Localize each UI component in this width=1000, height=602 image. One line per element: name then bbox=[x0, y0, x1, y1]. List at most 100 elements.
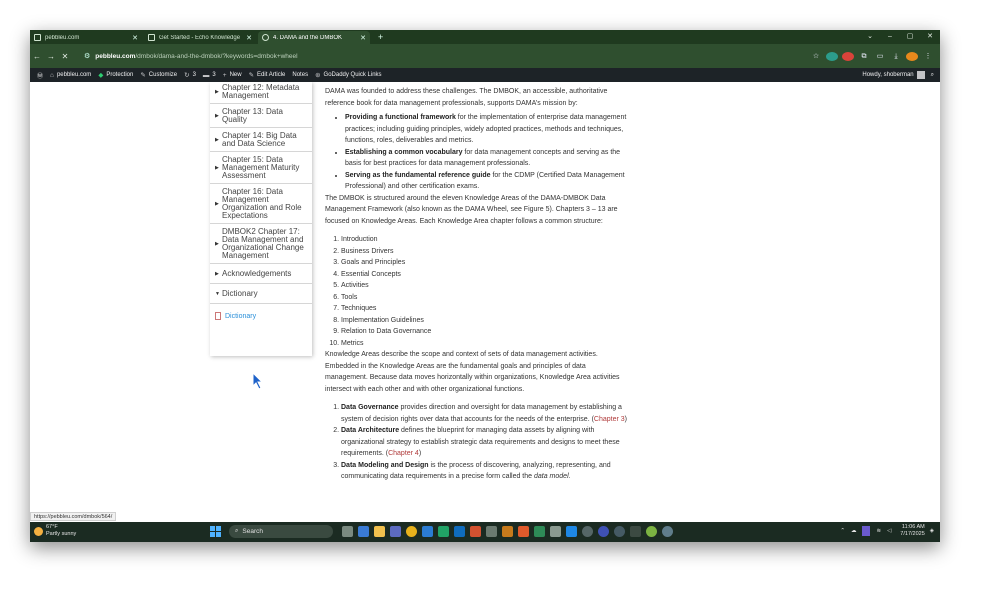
file-explorer-icon[interactable] bbox=[373, 526, 385, 537]
list-item-term: Establishing a common vocabulary bbox=[345, 148, 463, 156]
app-icon[interactable] bbox=[517, 526, 529, 537]
list-item: Implementation Guidelines bbox=[341, 315, 630, 327]
mic-icon[interactable] bbox=[862, 526, 871, 536]
excel-icon[interactable] bbox=[437, 526, 449, 537]
list-item-term: Data Modeling and Design bbox=[341, 461, 429, 469]
wpbar-customize[interactable]: ✎ Customize bbox=[140, 71, 177, 79]
list-item-term: Data Governance bbox=[341, 404, 399, 411]
extension-icon[interactable] bbox=[842, 51, 854, 61]
list-item-term: Serving as the fundamental reference gui… bbox=[345, 171, 491, 179]
puzzle-icon[interactable]: ⧉ bbox=[858, 52, 870, 61]
active-app-icon[interactable] bbox=[565, 526, 577, 537]
wpbar-edit-article[interactable]: ✎ Edit Article bbox=[249, 71, 286, 79]
outlook-icon[interactable] bbox=[453, 526, 465, 537]
nav-item-chapter-17[interactable]: ▶ DMBOK2 Chapter 17: Data Management and… bbox=[210, 224, 312, 264]
profile-avatar[interactable] bbox=[906, 51, 918, 61]
volume-icon[interactable]: ◁ bbox=[887, 528, 891, 534]
word-icon[interactable] bbox=[421, 526, 433, 537]
caret-down-icon: ▼ bbox=[215, 291, 220, 297]
page-icon bbox=[34, 34, 41, 41]
app-icon[interactable] bbox=[533, 526, 545, 537]
tab-dama-dmbok[interactable]: 4. DAMA and the DMBOK ✕ bbox=[258, 31, 370, 44]
tab-search-icon[interactable]: ⌄ bbox=[860, 30, 880, 44]
app-icon[interactable] bbox=[613, 526, 625, 537]
forward-icon[interactable]: → bbox=[44, 52, 58, 61]
chrome-icon[interactable] bbox=[405, 526, 417, 537]
wpbar-godaddy[interactable]: ⊛ GoDaddy Quick Links bbox=[315, 71, 381, 79]
notification-icon[interactable]: ◈ bbox=[930, 528, 934, 534]
nav-item-chapter-15[interactable]: ▶ Chapter 15: Data Management Maturity A… bbox=[210, 152, 312, 184]
nav-item-label: Chapter 14: Big Data and Data Science bbox=[222, 131, 297, 148]
nav-item-chapter-16[interactable]: ▶ Chapter 16: Data Management Organizati… bbox=[210, 184, 312, 224]
wpbar-new[interactable]: + New bbox=[223, 72, 242, 79]
app-icon[interactable] bbox=[501, 526, 513, 537]
teams-icon[interactable] bbox=[389, 526, 401, 537]
app-icon[interactable] bbox=[549, 526, 561, 537]
nav-item-label: Chapter 13: Data Quality bbox=[222, 107, 283, 124]
list-item-term: Providing a functional framework bbox=[345, 114, 456, 121]
app-icon[interactable] bbox=[661, 526, 673, 537]
tab-pebbleu[interactable]: pebbleu.com ✕ bbox=[30, 31, 142, 44]
mouse-cursor-icon bbox=[252, 372, 264, 390]
weather-widget[interactable]: 67°F Partly sunny bbox=[34, 524, 76, 538]
address-bar[interactable]: ⚙ pebbleu.com/dmbok/dama-and-the-dmbok/?… bbox=[78, 48, 798, 64]
star-icon[interactable]: ☆ bbox=[810, 52, 822, 61]
chapter-link[interactable]: Chapter 4 bbox=[388, 450, 419, 457]
maximize-button[interactable]: ▢ bbox=[900, 30, 920, 44]
wp-admin-bar: Ⓦ ⌂ pebbleu.com ◆ Protection ✎ Customize ↻ 3… bbox=[30, 68, 940, 82]
document-icon bbox=[215, 312, 221, 320]
chapter-link[interactable]: Chapter 3 bbox=[594, 416, 625, 423]
download-icon[interactable]: ⤓ bbox=[890, 52, 902, 61]
wpbar-notes[interactable]: Notes bbox=[292, 72, 308, 78]
minimize-button[interactable]: – bbox=[880, 30, 900, 44]
brush-icon: ✎ bbox=[140, 72, 146, 79]
cloud-icon[interactable]: ☁ bbox=[851, 528, 857, 534]
new-tab-button[interactable]: + bbox=[372, 31, 389, 44]
app-icon[interactable] bbox=[629, 526, 641, 537]
clock-app-icon[interactable] bbox=[581, 526, 593, 537]
tab-strip: pebbleu.com ✕ Get Started - Echo Knowled… bbox=[30, 30, 940, 44]
widgets-icon[interactable] bbox=[357, 526, 369, 537]
chevron-up-icon[interactable]: ⌃ bbox=[840, 528, 845, 534]
site-info-icon[interactable]: ⚙ bbox=[84, 52, 90, 60]
nav-item-chapter-12[interactable]: ▶ Chapter 12: Metadata Management bbox=[210, 82, 312, 104]
wpbar-comments[interactable]: ▬ 3 bbox=[203, 72, 216, 79]
menu-icon[interactable]: ⋮ bbox=[922, 52, 934, 61]
list-item: Goals and Principles bbox=[341, 257, 630, 269]
search-icon[interactable]: ⌕ bbox=[931, 72, 934, 79]
wpbar-protection[interactable]: ◆ Protection bbox=[98, 71, 133, 79]
wpbar-updates[interactable]: ↻ 3 bbox=[184, 71, 196, 79]
tab-get-started[interactable]: Get Started - Echo Knowledge ✕ bbox=[144, 31, 256, 44]
task-view-icon[interactable] bbox=[341, 526, 353, 537]
taskbar-search[interactable]: ⌕ Search bbox=[229, 525, 333, 538]
app-icon[interactable] bbox=[597, 526, 609, 537]
close-icon[interactable]: ✕ bbox=[246, 34, 252, 42]
windows-start-icon[interactable] bbox=[210, 526, 221, 537]
nav-item-label: Acknowledgements bbox=[222, 269, 292, 278]
wpbar-account[interactable]: Howdy, shoberman ⌕ bbox=[862, 71, 934, 79]
extension-icon[interactable] bbox=[826, 51, 838, 61]
wpbar-site[interactable]: ⌂ pebbleu.com bbox=[50, 72, 91, 79]
nav-item-acknowledgements[interactable]: ▶ Acknowledgements bbox=[210, 264, 312, 284]
app-icon[interactable] bbox=[645, 526, 657, 537]
wordpress-icon[interactable]: Ⓦ bbox=[37, 71, 43, 80]
close-icon[interactable]: ✕ bbox=[360, 34, 366, 42]
close-window-button[interactable]: ✕ bbox=[920, 30, 940, 44]
clock[interactable]: 11:06 AM 7/17/2025 bbox=[900, 524, 924, 538]
nav-item-chapter-14[interactable]: ▶ Chapter 14: Big Data and Data Science bbox=[210, 128, 312, 152]
powerpoint-icon[interactable] bbox=[469, 526, 481, 537]
back-icon[interactable]: ← bbox=[30, 52, 44, 61]
stop-icon[interactable]: ✕ bbox=[58, 52, 72, 61]
caret-right-icon: ▶ bbox=[215, 165, 219, 171]
wpbar-label: 3 bbox=[192, 72, 196, 78]
list-item: Data Modeling and Design is the process … bbox=[341, 460, 630, 483]
close-icon[interactable]: ✕ bbox=[132, 34, 138, 42]
nav-item-chapter-13[interactable]: ▶ Chapter 13: Data Quality bbox=[210, 104, 312, 128]
list-item: Data Architecture defines the blueprint … bbox=[341, 425, 630, 460]
sidebar-icon[interactable]: ▭ bbox=[874, 52, 886, 61]
nav-item-dictionary[interactable]: ▼ Dictionary bbox=[210, 284, 312, 304]
nav-subitem-dictionary[interactable]: Dictionary bbox=[210, 304, 312, 326]
wifi-icon[interactable]: ≋ bbox=[876, 528, 881, 534]
app-icon[interactable] bbox=[485, 526, 497, 537]
article-body: DAMA was founded to address these challe… bbox=[325, 82, 630, 483]
